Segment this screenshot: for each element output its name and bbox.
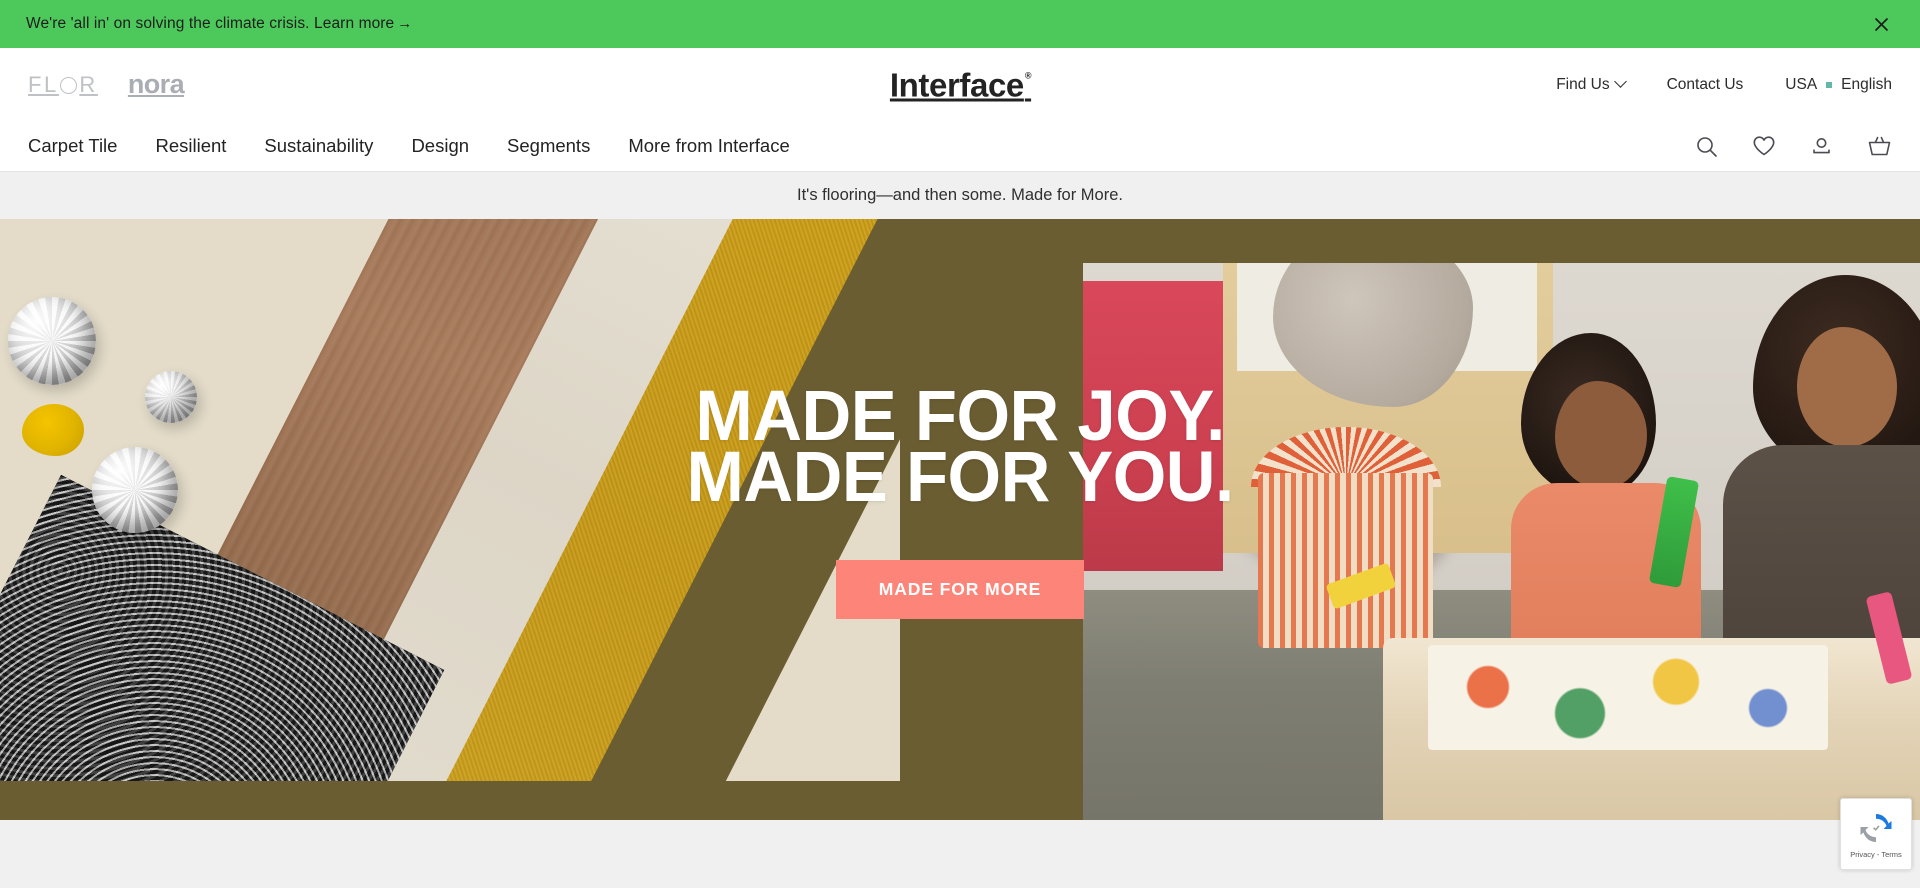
flor-logo-part2: R (79, 71, 98, 97)
nav-item-segments[interactable]: Segments (507, 136, 590, 156)
nav-item-more-from-interface[interactable]: More from Interface (628, 136, 789, 156)
hero-disco-ball-large (8, 297, 96, 385)
hero-playroom-image (1083, 263, 1920, 820)
arrow-right-icon: → (397, 15, 413, 32)
header-top-row: FL R nora Interface® Find Us Contact Us U… (0, 48, 1920, 121)
announcement-learn-more-link[interactable]: Learn more → (314, 15, 412, 33)
announcement-message: We're 'all in' on solving the climate cr… (26, 15, 310, 32)
header-action-icons (1695, 135, 1892, 158)
close-icon (1874, 17, 1889, 32)
playroom-artwork (1428, 645, 1828, 750)
hero-flooring-image (0, 219, 900, 781)
contact-us-link[interactable]: Contact Us (1667, 76, 1744, 94)
recaptcha-badge[interactable]: Privacy - Terms (1840, 798, 1912, 870)
announcement-link-label: Learn more (314, 15, 395, 32)
brand-switcher: FL R nora (28, 71, 185, 98)
tagline-bar: It's flooring—and then some. Made for Mo… (0, 172, 1920, 219)
recaptcha-terms-text[interactable]: Privacy - Terms (1850, 850, 1902, 859)
child-face (1555, 381, 1647, 489)
locale-language: English (1841, 75, 1892, 93)
main-nav-links: Carpet Tile Resilient Sustainability Des… (28, 136, 790, 156)
find-us-label: Find Us (1556, 75, 1610, 93)
playroom-striped-basket (1258, 473, 1433, 648)
nav-item-resilient[interactable]: Resilient (155, 136, 226, 156)
nav-item-sustainability[interactable]: Sustainability (264, 136, 373, 156)
site-header: FL R nora Interface® Find Us Contact Us U… (0, 48, 1920, 172)
chevron-down-icon (1613, 75, 1627, 88)
made-for-more-button[interactable]: MADE FOR MORE (835, 560, 1085, 620)
hero-disco-ball-medium (92, 447, 178, 533)
page-bottom-spacer (0, 820, 1920, 863)
hero-disco-ball-small (145, 371, 197, 423)
hero-yellow-paint-blob (22, 404, 84, 456)
interface-logo-text: Interface (889, 66, 1024, 103)
heart-icon[interactable] (1752, 135, 1776, 157)
account-icon[interactable] (1810, 135, 1833, 158)
interface-logo[interactable]: Interface® (889, 66, 1032, 103)
playroom-red-dresser (1083, 281, 1223, 571)
recaptcha-icon (1857, 809, 1895, 847)
tagline-text: It's flooring—and then some. Made for Mo… (797, 186, 1123, 204)
nora-logo[interactable]: nora (128, 71, 185, 98)
main-navigation: Carpet Tile Resilient Sustainability Des… (0, 121, 1920, 172)
announcement-text: We're 'all in' on solving the climate cr… (26, 15, 412, 33)
adult-face (1797, 327, 1897, 447)
flor-logo-circle-icon (59, 77, 77, 94)
announcement-banner: We're 'all in' on solving the climate cr… (0, 0, 1920, 48)
flor-logo[interactable]: FL R (28, 71, 98, 97)
find-us-menu[interactable]: Find Us (1556, 75, 1627, 94)
cart-icon[interactable] (1867, 135, 1892, 158)
locale-separator-icon (1826, 81, 1833, 88)
search-icon[interactable] (1695, 135, 1718, 158)
locale-country: USA (1785, 75, 1818, 93)
nav-item-carpet-tile[interactable]: Carpet Tile (28, 136, 117, 156)
locale-selector[interactable]: USA English (1785, 76, 1892, 94)
nav-item-design[interactable]: Design (411, 136, 469, 156)
flor-logo-part1: FL (28, 71, 59, 97)
interface-logo-trademark: ® (1024, 70, 1032, 80)
hero-section: MADE FOR JOY. MADE FOR YOU. MADE FOR MOR… (0, 219, 1920, 820)
header-utility-nav: Find Us Contact Us USA English (1556, 75, 1892, 94)
announcement-close-button[interactable] (1870, 13, 1892, 35)
